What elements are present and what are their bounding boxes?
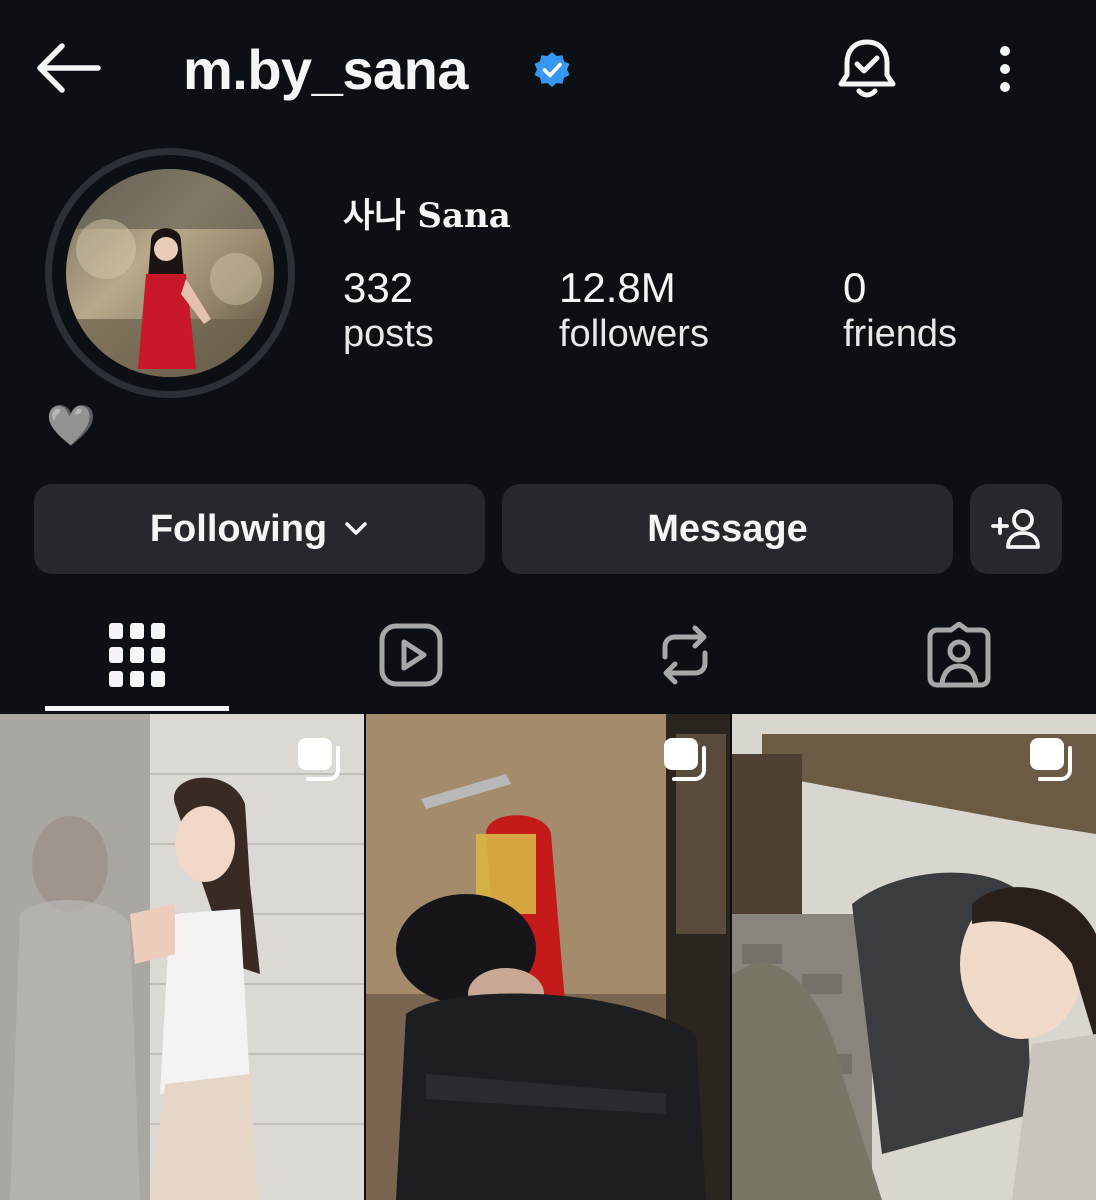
message-label: Message (647, 507, 808, 550)
tab-posts-grid[interactable] (45, 600, 229, 710)
tab-reels[interactable] (319, 600, 503, 710)
verified-badge-icon (532, 50, 572, 90)
profile-username: m.by_sana (183, 38, 469, 101)
suggested-users-button[interactable] (970, 484, 1062, 574)
back-arrow-icon (37, 43, 101, 93)
message-button[interactable]: Message (502, 484, 953, 574)
post-tile[interactable] (732, 714, 1096, 1200)
reels-play-icon (379, 623, 443, 687)
active-tab-indicator (45, 706, 229, 711)
tagged-person-icon (927, 622, 991, 688)
stat-posts[interactable]: 332 posts (343, 264, 434, 356)
stat-value: 0 (843, 264, 867, 311)
following-label: Following (149, 507, 328, 550)
more-options-button[interactable] (988, 44, 1022, 94)
carousel-icon (664, 738, 706, 781)
bio-text: 🩶 (46, 404, 96, 448)
notification-bell-button[interactable] (836, 36, 898, 102)
stat-value: 12.8M (559, 264, 676, 311)
add-person-icon (991, 509, 1040, 549)
notification-bell-icon (838, 39, 896, 98)
grid-icon (109, 623, 165, 687)
avatar[interactable] (66, 169, 274, 377)
repost-icon (662, 625, 708, 685)
tab-reposts[interactable] (593, 600, 777, 710)
post-tile[interactable] (0, 714, 364, 1200)
stat-label: followers (559, 313, 709, 355)
stat-friends[interactable]: 0 friends (843, 264, 957, 356)
carousel-icon (298, 738, 340, 781)
carousel-icon (1030, 738, 1072, 781)
tab-tagged[interactable] (867, 600, 1051, 710)
stat-value: 332 (343, 264, 414, 311)
chevron-down-icon (345, 522, 367, 535)
display-name: 사나 Sana (343, 196, 511, 236)
stat-label: posts (343, 313, 434, 355)
more-options-icon (1000, 46, 1010, 92)
stat-followers[interactable]: 12.8M followers (559, 264, 709, 356)
stat-label: friends (843, 313, 958, 355)
following-button[interactable]: Following (34, 484, 485, 574)
post-tile[interactable] (366, 714, 730, 1200)
back-button[interactable] (32, 40, 104, 96)
